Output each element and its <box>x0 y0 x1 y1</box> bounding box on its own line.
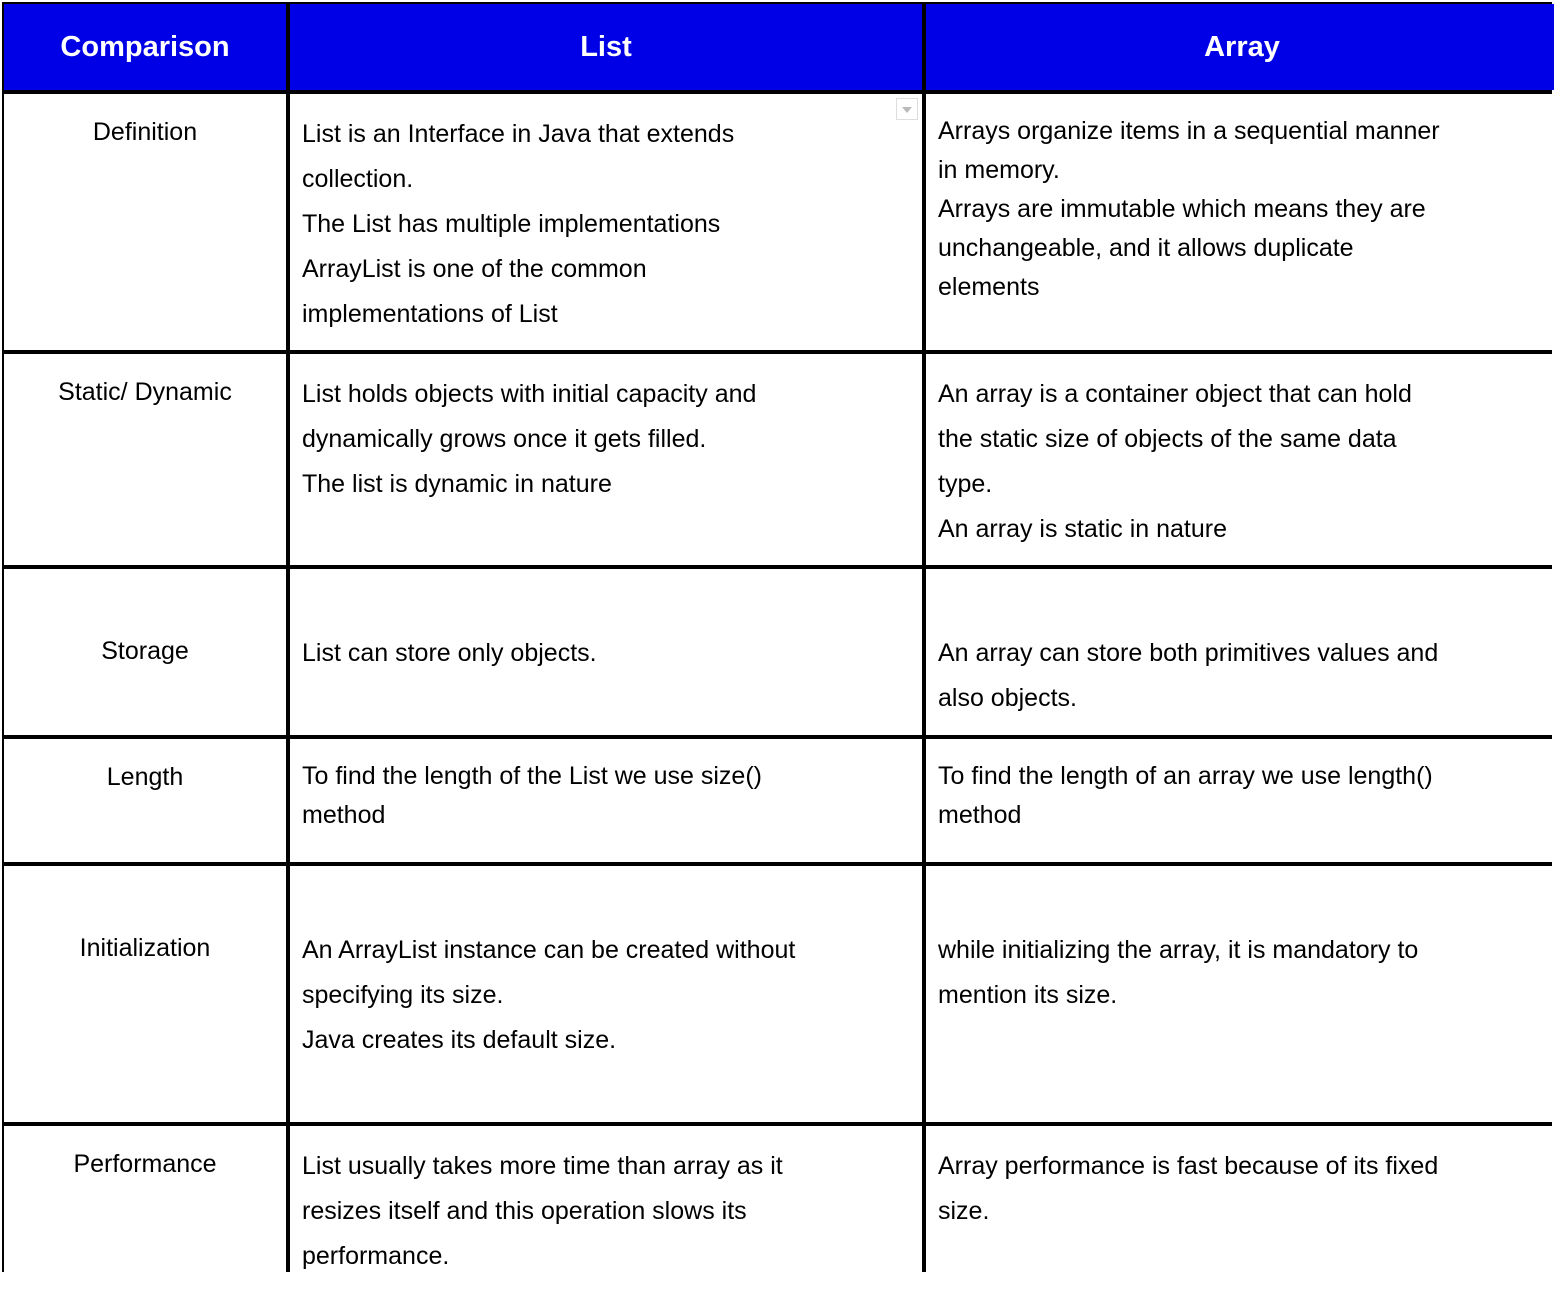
cell-line: To find the length of the List we use si… <box>302 762 762 790</box>
cell-line: Java creates its default size. <box>302 1026 617 1054</box>
cell-line: method <box>302 801 386 829</box>
cell-line: An ArrayList instance can be created wit… <box>302 936 796 964</box>
list-cell: List usually takes more time than array … <box>290 1126 922 1294</box>
cell-line: The List has multiple implementations <box>302 210 721 238</box>
cell-line: List is an Interface in Java that extend… <box>302 120 735 148</box>
cell-line: elements <box>938 273 1040 301</box>
cell-line: mention its size. <box>938 981 1118 1009</box>
array-cell: An array can store both primitives value… <box>926 569 1554 735</box>
row-label: Initialization <box>4 866 286 1122</box>
list-cell: List can store only objects. <box>290 569 922 735</box>
cell-line: To find the length of an array we use le… <box>938 762 1433 790</box>
cell-line: Arrays are immutable which means they ar… <box>938 195 1426 223</box>
cell-line: also objects. <box>938 684 1077 712</box>
array-cell: while initializing the array, it is mand… <box>926 866 1554 1122</box>
cell-line: performance. <box>302 1242 450 1270</box>
array-cell: Array performance is fast because of its… <box>926 1126 1554 1294</box>
cell-line: dynamically grows once it gets filled. <box>302 425 707 453</box>
cell-line: An array can store both primitives value… <box>938 639 1439 667</box>
cell-line: ArrayList is one of the common <box>302 255 647 283</box>
row-label: Static/ Dynamic <box>4 354 286 565</box>
cell-line: Arrays organize items in a sequential ma… <box>938 117 1440 145</box>
cell-line: An array is static in nature <box>938 515 1228 543</box>
row-label: Performance <box>4 1126 286 1294</box>
cell-line: the static size of objects of the same d… <box>938 425 1397 453</box>
header-array: Array <box>926 4 1554 90</box>
comparison-table: Comparison List Array Definition List is … <box>2 2 1554 1294</box>
cell-line: implementations of List <box>302 300 558 328</box>
cell-line: type. <box>938 470 993 498</box>
cell-line: method <box>938 801 1022 829</box>
row-label: Storage <box>4 569 286 735</box>
header-comparison: Comparison <box>4 4 286 90</box>
list-cell: List holds objects with initial capacity… <box>290 354 922 565</box>
row-label: Length <box>4 739 286 862</box>
cell-line: specifying its size. <box>302 981 504 1009</box>
cell-line: resizes itself and this operation slows … <box>302 1197 747 1225</box>
cell-line: List can store only objects. <box>302 639 597 667</box>
cell-line: List holds objects with initial capacity… <box>302 380 757 408</box>
cell-line: The list is dynamic in nature <box>302 470 612 498</box>
cell-line: size. <box>938 1197 990 1225</box>
list-cell: To find the length of the List we use si… <box>290 739 922 862</box>
list-cell: List is an Interface in Java that extend… <box>290 94 922 350</box>
cell-line: unchangeable, and it allows duplicate <box>938 234 1354 262</box>
cell-line: Array performance is fast because of its… <box>938 1152 1439 1180</box>
list-cell: An ArrayList instance can be created wit… <box>290 866 922 1122</box>
header-list: List <box>290 4 922 90</box>
chevron-down-icon[interactable] <box>896 98 918 120</box>
array-cell: To find the length of an array we use le… <box>926 739 1554 862</box>
row-label: Definition <box>4 94 286 350</box>
cell-line: while initializing the array, it is mand… <box>938 936 1419 964</box>
array-cell: An array is a container object that can … <box>926 354 1554 565</box>
cell-line: List usually takes more time than array … <box>302 1152 783 1180</box>
array-cell: Arrays organize items in a sequential ma… <box>926 94 1554 350</box>
cell-line: in memory. <box>938 156 1060 184</box>
cell-line: collection. <box>302 165 414 193</box>
cell-line: An array is a container object that can … <box>938 380 1412 408</box>
